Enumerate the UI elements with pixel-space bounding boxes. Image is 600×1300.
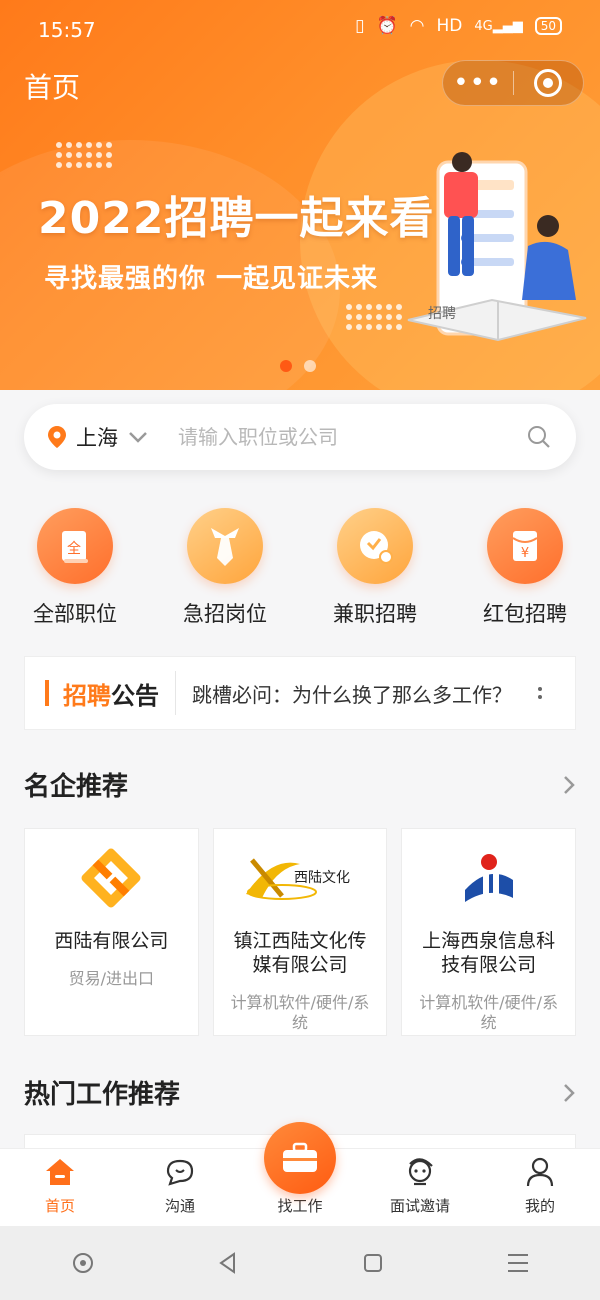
company-name: 上海西泉信息科技有限公司 [422,930,556,976]
section-title: 热门工作推荐 [24,1080,181,1110]
tab-label: 我的 [524,1197,555,1215]
search-icon[interactable] [526,424,552,450]
companies-section-header[interactable]: 名企推荐 [24,766,576,803]
category-urgent-jobs[interactable]: 急招岗位 [150,508,300,628]
vibrate-icon: ▯ [355,16,365,36]
more-icon[interactable]: ••• [443,70,513,96]
chat-bubble-icon [163,1155,197,1189]
signal-label: 4G [474,18,493,34]
category-label: 兼职招聘 [333,602,417,626]
assistant-icon[interactable] [63,1243,103,1283]
network-label: HD [436,16,463,36]
location-pin-icon[interactable] [48,426,66,448]
tab-interview[interactable]: 面试邀请 [360,1149,480,1226]
hot-jobs-section-header[interactable]: 热门工作推荐 [24,1074,576,1111]
company-logo [429,843,549,913]
home-icon [43,1155,77,1189]
person-icon [523,1155,557,1189]
search-input[interactable] [178,425,526,449]
menu-icon[interactable] [498,1243,538,1283]
chevron-down-icon[interactable] [128,430,148,444]
tie-icon [187,508,263,584]
clock-icon [337,508,413,584]
status-bar: 15:57 ▯ ⏰ ◠ HD 4G▂▄▆ 50 [0,0,600,58]
document-glyph: 全 [67,540,81,557]
logo-text: 西陆文化 [294,870,350,886]
briefcase-icon [283,1142,317,1172]
company-list: 西陆有限公司 贸易/进出口 西陆文化 镇江西陆文化传媒有限公司 计算机软件/硬件… [24,828,577,1036]
category-all-jobs[interactable]: 全 全部职位 [0,508,150,628]
book-label: 招聘 [428,306,456,322]
home-nav-icon[interactable] [353,1243,393,1283]
chevron-right-icon[interactable] [562,1082,576,1104]
city-selector[interactable]: 上海 [76,422,118,452]
category-part-time[interactable]: 兼职招聘 [300,508,450,628]
announcement-text[interactable]: 跳槽必问：为什么换了那么多工作？ [192,679,532,708]
red-envelope-icon: ¥ [487,508,563,584]
back-icon[interactable] [208,1243,248,1283]
mini-program-capsule: ••• [442,60,584,106]
company-logo [51,843,171,913]
category-grid: 全 全部职位 急招岗位 兼职招聘 ¥ 红包招聘 [0,508,600,628]
carousel-dot[interactable] [304,360,316,372]
system-nav-bar [0,1226,600,1300]
company-industry: 计算机软件/硬件/系统 [419,993,559,1032]
company-name: 镇江西陆文化传媒有限公司 [233,930,367,976]
close-target-icon[interactable] [514,69,584,97]
company-industry: 贸易/进出口 [68,969,155,988]
search-bar: 上海 [24,404,576,470]
banner-subtitle: 寻找最强的你 一起见证未来 [44,264,379,294]
company-card[interactable]: 西陆有限公司 贸易/进出口 [24,828,199,1036]
company-logo: 西陆文化 [240,843,360,913]
tab-profile[interactable]: 我的 [480,1149,600,1226]
company-card[interactable]: 西陆文化 镇江西陆文化传媒有限公司 计算机软件/硬件/系统 [212,828,388,1036]
announcement-title-rest: 公告 [111,681,159,710]
tab-label: 找工作 [277,1197,323,1215]
dot-pattern-decoration [346,304,402,330]
company-name: 西陆有限公司 [54,930,169,952]
chevron-right-icon[interactable] [562,774,576,796]
announcement-bar[interactable]: 招聘公告 跳槽必问：为什么换了那么多工作？ [24,656,576,730]
hero-banner[interactable]: 15:57 ▯ ⏰ ◠ HD 4G▂▄▆ 50 首页 ••• 2022招聘一起来… [0,0,600,390]
carousel-indicator [280,360,316,372]
page-title: 首页 [24,71,81,104]
dot-pattern-decoration [56,142,112,168]
announcement-divider [175,671,176,715]
signal-icon: 4G▂▄▆ [474,18,523,34]
category-label: 红包招聘 [483,602,567,626]
category-red-envelope[interactable]: ¥ 红包招聘 [450,508,600,628]
banner-title: 2022招聘一起来看 [38,193,435,244]
announcement-title-highlight: 招聘 [63,681,111,710]
recruitment-illustration: 招聘 [407,152,587,342]
document-icon: 全 [37,508,113,584]
tab-label: 首页 [44,1197,75,1215]
tab-label: 沟通 [164,1197,195,1215]
status-time: 15:57 [38,18,96,42]
wifi-icon: ◠ [409,16,425,36]
tab-home[interactable]: 首页 [0,1149,120,1226]
tab-chat[interactable]: 沟通 [120,1149,240,1226]
tab-label: 面试邀请 [389,1197,450,1215]
alarm-icon: ⏰ [376,16,398,36]
announcement-accent [45,680,49,706]
section-title: 名企推荐 [24,772,129,802]
battery-icon: 50 [534,17,562,35]
carousel-dot-active[interactable] [280,360,292,372]
announcement-title: 招聘公告 [63,676,159,711]
company-card[interactable]: 上海西泉信息科技有限公司 计算机软件/硬件/系统 [401,828,577,1036]
category-label: 全部职位 [33,602,117,626]
interview-headset-icon [403,1155,437,1189]
find-job-button[interactable] [264,1122,336,1194]
status-icons: ▯ ⏰ ◠ HD 4G▂▄▆ 50 [355,16,562,36]
scroll-dots-icon [538,687,542,699]
category-label: 急招岗位 [183,602,267,626]
envelope-glyph: ¥ [521,546,529,561]
company-industry: 计算机软件/硬件/系统 [230,993,370,1032]
